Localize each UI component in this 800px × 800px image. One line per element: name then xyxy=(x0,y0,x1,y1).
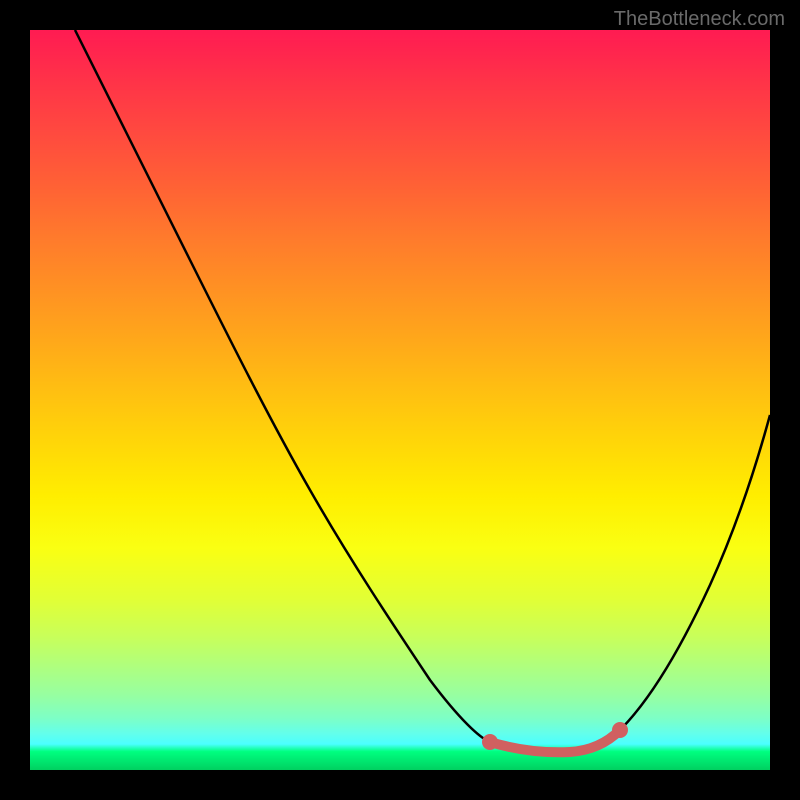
watermark-text: TheBottleneck.com xyxy=(614,8,785,31)
chart-curves xyxy=(30,30,770,770)
bottom-marker-segment xyxy=(490,730,620,752)
chart-container: TheBottleneck.com xyxy=(0,0,800,800)
marker-end-dot xyxy=(612,722,628,738)
marker-start-dot xyxy=(482,734,498,750)
left-curve xyxy=(75,30,490,742)
plot-area xyxy=(30,30,770,770)
right-curve xyxy=(620,415,770,730)
